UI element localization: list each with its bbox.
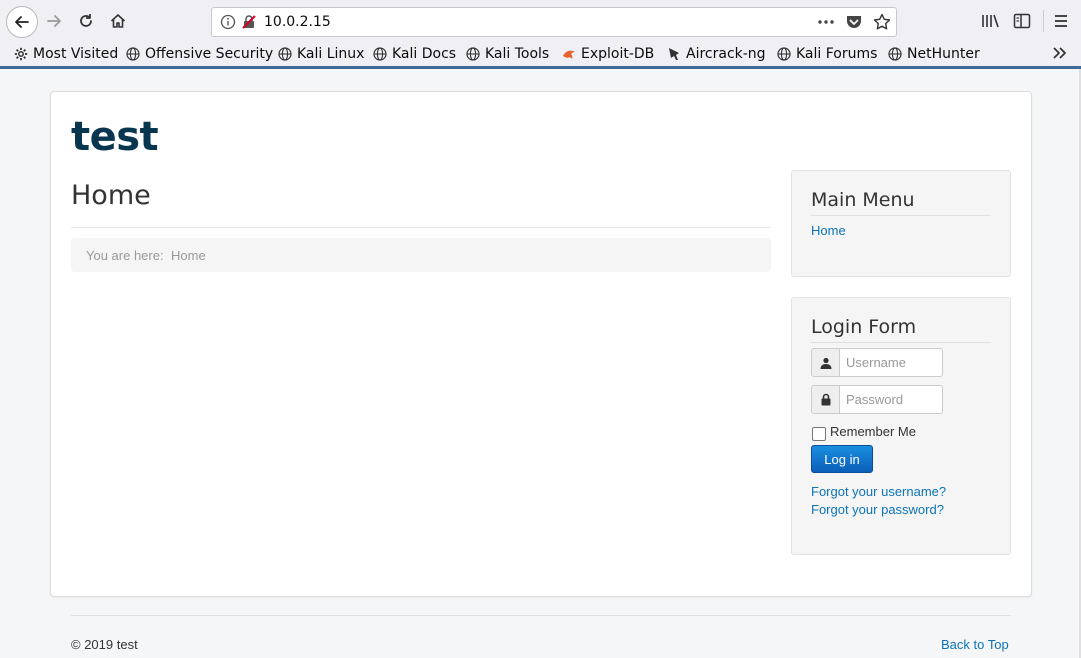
username-input[interactable]: Username (839, 348, 943, 377)
module-divider (811, 342, 991, 343)
reload-icon (80, 14, 92, 27)
login-form-module: Login Form Username Password Remember Me… (791, 297, 1011, 555)
password-group: Password (811, 385, 943, 414)
bookmark-label: Offensive Security (145, 46, 274, 62)
info-icon[interactable] (220, 14, 236, 30)
breadcrumb-current: Home (171, 248, 206, 263)
globe-icon (777, 47, 791, 61)
sidebar-icon[interactable] (1012, 11, 1032, 31)
insecure-lock-icon[interactable] (241, 14, 257, 30)
login-form-title: Login Form (811, 316, 917, 338)
globe-icon (278, 47, 292, 61)
url-text[interactable]: 10.0.2.15 (264, 14, 331, 30)
hamburger-menu-icon[interactable] (1051, 11, 1071, 31)
title-divider (71, 227, 771, 228)
menu-item-home[interactable]: Home (811, 223, 846, 238)
forward-button[interactable] (40, 7, 68, 35)
bookmark-exploit-db[interactable]: Exploit-DB (562, 44, 654, 64)
breadcrumb-prefix: You are here: (86, 248, 164, 263)
bookmark-label: Kali Linux (297, 46, 365, 62)
arrow-left-icon (15, 16, 29, 28)
back-button[interactable] (6, 6, 38, 38)
bookmark-kali-forums[interactable]: Kali Forums (777, 44, 877, 64)
bookmark-aircrack-ng[interactable]: Aircrack-ng (667, 44, 766, 64)
bookmark-kali-linux[interactable]: Kali Linux (278, 44, 364, 64)
browser-chrome: 10.0.2.15 Most Visited Offensive Securit… (0, 0, 1081, 70)
main-menu-module: Main Menu Home (791, 170, 1011, 277)
bookmark-most-visited[interactable]: Most Visited (14, 44, 118, 64)
aircrack-icon (669, 48, 679, 60)
bookmark-kali-tools[interactable]: Kali Tools (466, 44, 549, 64)
page-title: Home (71, 180, 151, 211)
library-icon[interactable] (980, 11, 1000, 31)
breadcrumb: You are here: Home (71, 238, 771, 272)
bookmark-offensive-security[interactable]: Offensive Security (126, 44, 273, 64)
double-chevron-right-icon[interactable] (1051, 44, 1069, 62)
back-to-top-link[interactable]: Back to Top (941, 637, 1009, 652)
bookmark-label: NetHunter (907, 46, 980, 62)
forgot-password-link[interactable]: Forgot your password? (811, 502, 944, 517)
page-actions-icon[interactable] (816, 12, 836, 32)
remember-me-label[interactable]: Remember Me (830, 424, 916, 439)
navigation-toolbar: 10.0.2.15 (0, 0, 1081, 42)
bookmark-label: Kali Docs (392, 46, 457, 62)
bookmarks-toolbar: Most Visited Offensive Security Kali Lin… (0, 42, 1081, 66)
home-icon (110, 14, 126, 28)
bookmark-nethunter[interactable]: NetHunter (888, 44, 980, 64)
remember-me-checkbox[interactable] (812, 427, 826, 441)
toolbar-divider (1043, 10, 1044, 32)
globe-icon (126, 47, 140, 61)
password-input[interactable]: Password (839, 385, 943, 414)
globe-icon (373, 47, 387, 61)
bookmark-label: Aircrack-ng (686, 46, 766, 62)
username-group: Username (811, 348, 943, 377)
lock-icon-addon (811, 385, 840, 414)
exploitdb-icon (563, 50, 575, 59)
user-icon (820, 357, 831, 369)
forgot-username-link[interactable]: Forgot your username? (811, 484, 946, 499)
module-divider (811, 215, 991, 216)
bookmark-label: Most Visited (33, 46, 119, 62)
globe-icon (466, 47, 480, 61)
lock-icon (821, 393, 830, 406)
main-menu-title: Main Menu (811, 189, 915, 211)
pocket-icon[interactable] (845, 13, 863, 31)
address-bar[interactable]: 10.0.2.15 (211, 7, 897, 37)
site-brand-link[interactable]: test (71, 114, 159, 160)
bookmark-star-icon[interactable] (872, 12, 892, 32)
bookmark-label: Kali Forums (796, 46, 878, 62)
reload-button[interactable] (72, 7, 100, 35)
log-in-button[interactable]: Log in (811, 445, 873, 473)
footer-copyright: © 2019 test (71, 637, 138, 652)
gear-icon (14, 47, 28, 61)
globe-icon (888, 47, 902, 61)
bookmark-kali-docs[interactable]: Kali Docs (373, 44, 456, 64)
home-button[interactable] (104, 7, 132, 35)
footer-divider (71, 615, 1011, 616)
arrow-right-icon (47, 15, 61, 27)
bookmark-label: Kali Tools (485, 46, 550, 62)
user-icon-addon (811, 348, 840, 377)
bookmark-label: Exploit-DB (581, 46, 655, 62)
